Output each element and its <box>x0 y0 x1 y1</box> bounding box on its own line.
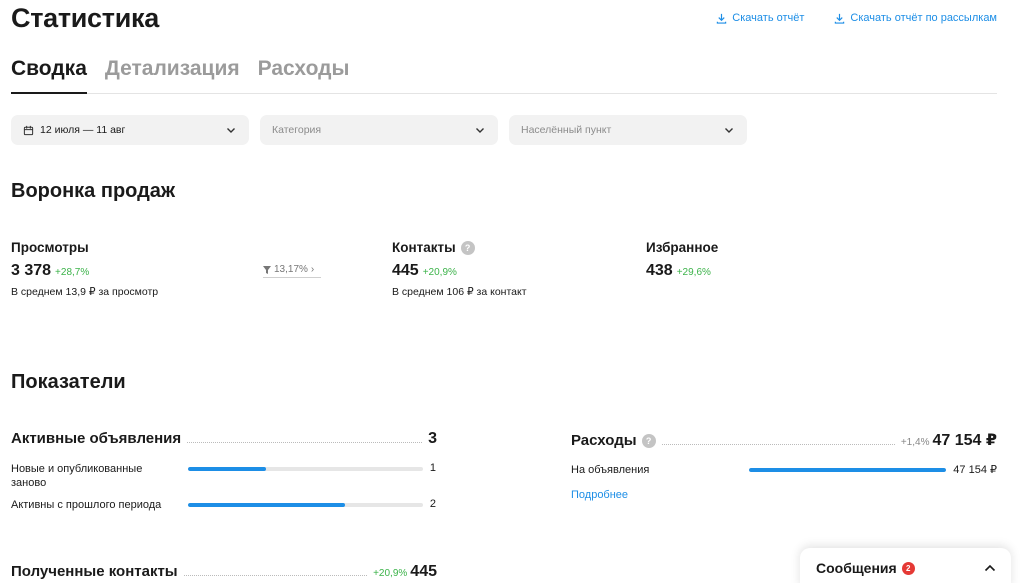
contacts-metric: Контакты? 445 +20,9% В среднем 106 ₽ за к… <box>392 240 527 298</box>
filter-icon <box>263 265 271 274</box>
messages-label: Сообщения <box>816 560 897 576</box>
download-mailing-report-link[interactable]: Скачать отчёт по рассылкам <box>834 12 997 24</box>
contacts-label: Контакты <box>392 240 456 255</box>
download-report-link[interactable]: Скачать отчёт <box>716 12 804 24</box>
conversion-link[interactable]: 13,17% › <box>263 264 321 278</box>
location-placeholder: Населённый пункт <box>521 124 612 136</box>
expenses-delta: +1,4% <box>900 437 930 448</box>
ads-expense-value: 47 154 ₽ <box>953 464 997 476</box>
ads-expense-label: На объявления <box>571 464 650 476</box>
new-ads-bar-fill <box>188 467 266 471</box>
active-ads-label: Активные объявления <box>11 430 182 447</box>
active-ads-total: 3 <box>428 430 437 447</box>
ads-expense-bar <box>749 468 946 472</box>
views-label: Просмотры <box>11 240 89 255</box>
dotted-leader <box>187 433 423 443</box>
carried-ads-bar-fill <box>188 503 346 507</box>
chevron-down-icon <box>227 128 235 133</box>
help-icon[interactable]: ? <box>460 240 475 255</box>
category-placeholder: Категория <box>272 124 322 136</box>
expenses-header: Расходы? +1,4% 47 154 ₽ <box>571 430 997 450</box>
new-ads-bar <box>188 467 423 471</box>
received-contacts-header: Полученные контакты +20,9% 445 <box>11 563 437 581</box>
new-ads-value: 1 <box>429 462 436 474</box>
category-select[interactable]: Категория <box>260 115 498 145</box>
indicators-title: Показатели <box>11 371 126 393</box>
ads-expense-bar-fill <box>749 468 946 472</box>
help-icon[interactable]: ? <box>641 433 656 448</box>
carried-ads-label: Активны с прошлого периода <box>11 499 162 511</box>
chevron-down-icon <box>725 128 733 133</box>
chevron-down-icon <box>476 128 484 133</box>
contacts-sub: В среднем 106 ₽ за контакт <box>392 286 527 298</box>
calendar-icon <box>23 125 34 135</box>
new-ads-label: Новые и опубликованные заново <box>11 463 143 489</box>
favorites-delta: +29,6% <box>676 267 711 278</box>
expenses-label: Расходы <box>571 432 637 449</box>
download-report-label: Скачать отчёт <box>732 12 805 24</box>
chevron-up-icon[interactable] <box>983 561 997 575</box>
favorites-metric: Избранное 438 +29,6% <box>646 240 718 280</box>
received-contacts-label: Полученные контакты <box>11 563 178 580</box>
views-value: 3 378 <box>11 262 52 279</box>
tab-summary[interactable]: Сводка <box>11 56 87 94</box>
funnel-title: Воронка продаж <box>11 180 176 202</box>
dotted-leader <box>183 566 368 576</box>
favorites-value: 438 <box>646 262 673 279</box>
date-range-value: 12 июля — 11 авг <box>40 124 126 136</box>
expenses-total: 47 154 ₽ <box>932 432 997 449</box>
expenses-more-link[interactable]: Подробнее <box>571 489 628 501</box>
views-metric: Просмотры 3 378 +28,7% В среднем 13,9 ₽ з… <box>11 240 158 298</box>
contacts-delta: +20,9% <box>422 267 457 278</box>
active-ads-header: Активные объявления 3 <box>11 430 437 448</box>
views-delta: +28,7% <box>55 267 90 278</box>
download-icon <box>835 13 845 24</box>
views-sub: В среднем 13,9 ₽ за просмотр <box>11 286 159 298</box>
contacts-value: 445 <box>392 262 419 279</box>
download-mailing-report-label: Скачать отчёт по рассылкам <box>850 12 997 24</box>
carried-ads-value: 2 <box>429 498 436 510</box>
messages-panel[interactable]: Сообщения 2 <box>800 548 1011 583</box>
tab-bar: Сводка Детализация Расходы <box>11 56 997 94</box>
chevron-right-icon: › <box>310 264 315 275</box>
location-select[interactable]: Населённый пункт <box>509 115 747 145</box>
top-links: Скачать отчёт Скачать отчёт по рассылкам <box>716 12 997 24</box>
download-icon <box>717 13 727 24</box>
date-range-select[interactable]: 12 июля — 11 авг <box>11 115 249 145</box>
favorites-label: Избранное <box>646 240 719 255</box>
messages-badge: 2 <box>901 561 915 575</box>
tab-expenses[interactable]: Расходы <box>258 56 350 94</box>
received-contacts-delta: +20,9% <box>373 568 408 579</box>
conversion-value: 13,17% <box>274 264 308 275</box>
page-title: Статистика <box>11 3 159 33</box>
carried-ads-bar <box>188 503 423 507</box>
received-contacts-total: 445 <box>410 563 437 580</box>
tab-details[interactable]: Детализация <box>105 56 240 94</box>
dotted-leader <box>661 435 895 445</box>
